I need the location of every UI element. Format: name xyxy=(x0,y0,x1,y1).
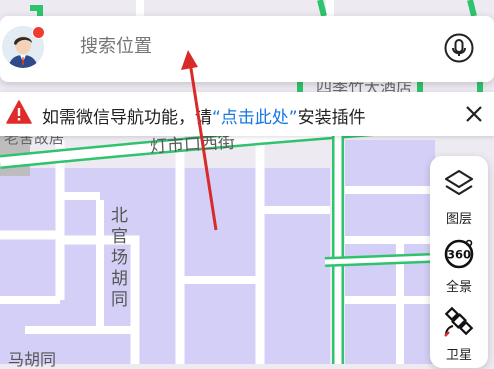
close-icon[interactable] xyxy=(464,104,484,124)
map-block xyxy=(0,168,330,364)
notice-suffix: 安装插件 xyxy=(297,108,366,128)
satellite-button[interactable]: 卫星 xyxy=(430,298,488,363)
panorama-label: 全景 xyxy=(445,280,472,295)
microphone-icon[interactable] xyxy=(444,33,474,63)
panorama-button[interactable]: 360 全景 xyxy=(430,230,488,295)
map-tools-panel: 图层 360 全景 卫星 xyxy=(430,156,488,368)
plugin-notice-bar: 如需微信导航功能，请“点击此处”安装插件 xyxy=(0,92,494,136)
map-label-alley: 北官场胡同 xyxy=(111,206,128,310)
map-block xyxy=(345,140,435,364)
notification-badge xyxy=(32,26,45,39)
layers-button[interactable]: 图层 xyxy=(430,162,488,227)
notice-text: 如需微信导航功能，请“点击此处”安装插件 xyxy=(42,103,366,128)
search-bar[interactable] xyxy=(0,16,494,82)
map-label-street: 灯市口西街 xyxy=(149,132,236,158)
search-input[interactable] xyxy=(80,36,400,57)
satellite-icon xyxy=(444,306,474,337)
layers-label: 图层 xyxy=(445,212,472,227)
install-plugin-link[interactable]: “点击此处” xyxy=(212,108,298,128)
svg-text:360: 360 xyxy=(447,248,471,262)
panorama-360-icon: 360 xyxy=(444,239,474,269)
layers-icon xyxy=(444,169,474,196)
notice-prefix: 如需微信导航功能，请 xyxy=(42,108,212,128)
map-label-bottom: 马胡同 xyxy=(8,350,57,369)
satellite-label: 卫星 xyxy=(445,348,472,363)
warning-icon xyxy=(6,100,32,124)
